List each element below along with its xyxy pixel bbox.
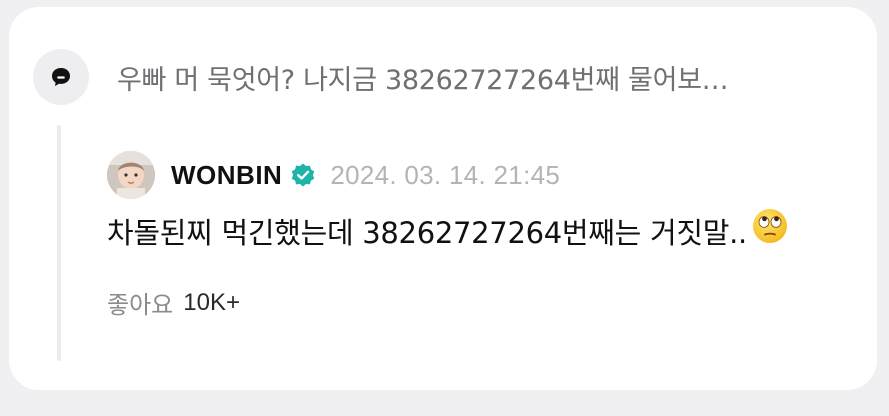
anonymous-speech-bubble-icon — [52, 68, 70, 86]
likes-count: 10K+ — [183, 288, 240, 316]
timestamp: 2024. 03. 14. 21:45 — [330, 159, 561, 190]
avatar[interactable] — [107, 151, 155, 199]
question-row: 우빠 머 묵엇어? 나지금 38262727264번째 물어보… — [33, 47, 729, 107]
question-avatar — [33, 49, 89, 105]
face-with-rolling-eyes-emoji — [751, 207, 789, 257]
reply-header: WONBIN 2024. 03. 14. 21:45 — [107, 149, 867, 201]
reply: WONBIN 2024. 03. 14. 21:45 차돌된찌 먹긴했는데 38… — [107, 149, 867, 320]
likes-label: 좋아요 — [107, 291, 174, 319]
avatar-photo — [107, 151, 155, 199]
question-text: 우빠 머 묵엇어? 나지금 38262727264번째 물어보… — [117, 64, 729, 96]
reply-text: 차돌된찌 먹긴했는데 38262727264번째는 거짓말.. — [107, 216, 747, 250]
message-card: 우빠 머 묵엇어? 나지금 38262727264번째 물어보… WONBIN — [9, 7, 877, 390]
verified-badge-icon — [292, 163, 315, 187]
reply-body: 차돌된찌 먹긴했는데 38262727264번째는 거짓말.. — [107, 209, 867, 257]
reply-thread-line — [57, 125, 61, 361]
author-name[interactable]: WONBIN — [171, 160, 282, 191]
likes-row[interactable]: 좋아요 10K+ — [107, 285, 867, 320]
